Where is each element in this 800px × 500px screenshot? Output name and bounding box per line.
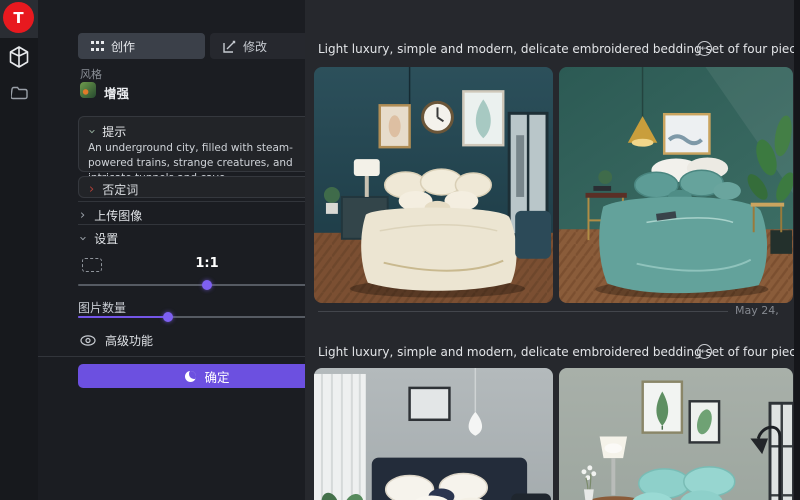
aspect-ratio-value: 1:1 xyxy=(78,256,336,271)
confirm-label: 确定 xyxy=(204,367,229,386)
tab-modify-label: 修改 xyxy=(243,38,267,55)
generated-image-4[interactable] xyxy=(559,368,793,500)
generated-image-2[interactable] xyxy=(559,67,793,303)
advanced-features-row[interactable]: 高级功能 xyxy=(80,332,153,349)
cube-icon xyxy=(9,46,29,68)
negative-chevron-right-icon[interactable]: › xyxy=(89,183,94,196)
back-arrow-glyph: ← xyxy=(701,44,709,54)
style-label: 风格 xyxy=(80,66,102,82)
gallery-area: Light luxury, simple and modern, delicat… xyxy=(305,0,800,500)
divider xyxy=(78,224,338,225)
scrollbar[interactable] xyxy=(794,0,800,500)
generation-caption: Light luxury, simple and modern, delicat… xyxy=(318,345,800,359)
image-count-slider-fill xyxy=(78,316,168,318)
bedroom-illustration-1 xyxy=(314,67,553,303)
reuse-prompt-icon[interactable]: ← xyxy=(697,344,712,359)
generated-image-1[interactable] xyxy=(314,67,553,303)
prompt-card[interactable]: › 提示 An underground city, filled with st… xyxy=(78,116,338,172)
aspect-ratio-slider-thumb[interactable] xyxy=(202,280,212,290)
app-window: T 创作 修改 风格 增强 xyxy=(0,0,800,500)
bedroom-illustration-4 xyxy=(559,368,793,500)
bedroom-illustration-3 xyxy=(314,368,553,500)
style-thumbnail xyxy=(80,82,96,98)
upload-chevron-right-icon: › xyxy=(80,209,85,222)
upload-image-row[interactable]: › 上传图像 xyxy=(80,207,142,224)
confirm-button[interactable]: 确定 xyxy=(78,364,337,388)
tab-create[interactable]: 创作 xyxy=(78,33,205,59)
divider xyxy=(38,356,305,357)
bedroom-illustration-2 xyxy=(559,67,793,303)
generated-image-3[interactable] xyxy=(314,368,553,500)
style-value: 增强 xyxy=(104,83,129,102)
control-panel: 创作 修改 风格 增强 › › 提示 An underground city, … xyxy=(38,0,305,500)
settings-row[interactable]: › 设置 xyxy=(80,230,118,247)
reuse-prompt-icon[interactable]: ← xyxy=(697,41,712,56)
prompt-chevron-down-icon[interactable]: › xyxy=(85,129,98,134)
advanced-label: 高级功能 xyxy=(105,332,153,349)
tab-create-label: 创作 xyxy=(111,38,135,55)
settings-chevron-down-icon: › xyxy=(76,236,89,241)
grid-icon xyxy=(91,40,104,53)
settings-label: 设置 xyxy=(94,230,118,247)
app-logo[interactable]: T xyxy=(3,2,34,33)
divider xyxy=(78,201,338,202)
icon-rail: T xyxy=(0,0,38,500)
negative-label: 否定词 xyxy=(102,181,138,198)
generation-date: May 24, xyxy=(735,304,779,317)
workspace-nav-item[interactable] xyxy=(0,46,38,68)
edit-icon xyxy=(223,40,236,53)
image-count-slider-thumb[interactable] xyxy=(163,312,173,322)
files-nav-item[interactable] xyxy=(0,86,38,100)
eye-icon xyxy=(80,335,96,346)
moon-icon xyxy=(185,371,196,382)
date-divider xyxy=(318,311,728,312)
upload-label: 上传图像 xyxy=(94,207,142,224)
back-arrow-glyph: ← xyxy=(701,347,709,357)
negative-prompt-card[interactable]: › 否定词 xyxy=(78,176,338,198)
logo-letter: T xyxy=(13,9,23,27)
image-count-value: 4 xyxy=(78,297,336,312)
folder-icon xyxy=(11,86,28,100)
prompt-label: 提示 xyxy=(102,123,126,140)
generation-caption: Light luxury, simple and modern, delicat… xyxy=(318,42,800,56)
